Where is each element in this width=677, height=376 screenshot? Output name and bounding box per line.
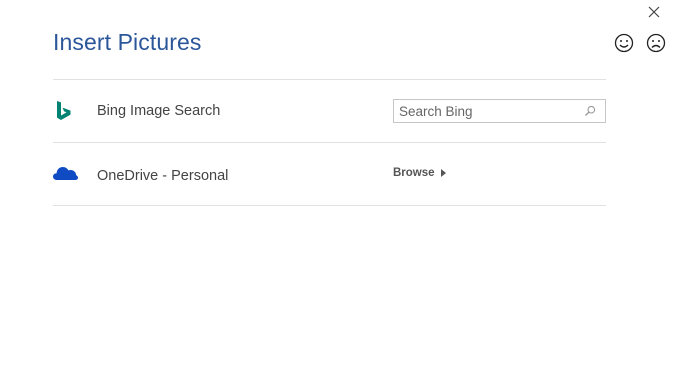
smile-icon[interactable] [614,33,634,53]
source-label-onedrive: OneDrive - Personal [97,168,229,184]
bing-icon [57,101,71,120]
caret-right-icon [440,169,446,177]
source-label-bing: Bing Image Search [97,103,221,119]
dialog-title: Insert Pictures [53,29,202,55]
bing-search-input[interactable] [399,102,579,120]
source-row-bing: Bing Image Search [53,80,606,142]
browse-button[interactable]: Browse [393,167,446,179]
search-icon[interactable] [584,105,596,117]
divider [53,205,606,206]
frown-icon[interactable] [646,33,666,53]
browse-label: Browse [393,167,435,179]
source-row-onedrive: OneDrive - Personal Browse [53,143,606,205]
bing-search-box [393,99,606,123]
close-icon[interactable] [646,4,662,20]
onedrive-cloud-icon [53,167,78,180]
